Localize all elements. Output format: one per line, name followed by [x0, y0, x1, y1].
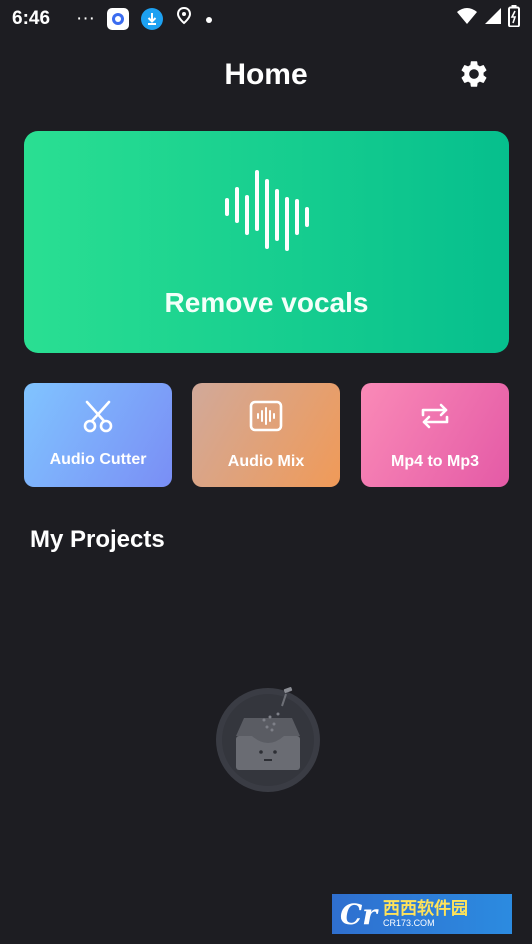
- watermark-en: CR173.COM: [383, 918, 435, 928]
- my-projects-title: My Projects: [30, 526, 165, 553]
- watermark-mark: Cr: [340, 897, 378, 931]
- audio-cutter-button[interactable]: Audio Cutter: [24, 383, 172, 487]
- repeat-icon: [421, 403, 449, 429]
- tool-icon-wrap: [361, 399, 509, 433]
- mp4-to-mp3-button[interactable]: Mp4 to Mp3: [361, 383, 509, 487]
- battery-icon: [508, 5, 520, 33]
- status-time: 6:46: [12, 8, 51, 29]
- remove-vocals-label: Remove vocals: [164, 287, 369, 318]
- status-left: 6:46 ···: [12, 6, 213, 32]
- mp4-to-mp3-label: Mp4 to Mp3: [391, 453, 479, 470]
- status-bar: 6:46 ···: [0, 0, 532, 38]
- tool-icon-wrap: [192, 399, 340, 433]
- sound-wave-icon: [225, 170, 309, 251]
- audio-mix-button[interactable]: Audio Mix: [192, 383, 340, 487]
- watermark-cn: 西西软件园: [383, 899, 469, 918]
- page-title: Home: [224, 58, 308, 91]
- watermark-logo: Cr 西西软件园 CR173.COM: [332, 894, 512, 934]
- gear-icon: [461, 61, 487, 87]
- location-icon: [175, 6, 193, 32]
- audio-cutter-label: Audio Cutter: [49, 451, 147, 468]
- app-header: Home: [0, 50, 532, 100]
- status-right: [456, 5, 520, 33]
- app-icon: [107, 8, 130, 30]
- dot-icon: [205, 8, 213, 30]
- settings-button[interactable]: [456, 56, 492, 92]
- tool-icon-wrap: [24, 399, 172, 433]
- more-dots: ···: [76, 8, 96, 29]
- download-icon: [141, 8, 164, 30]
- wifi-icon: [456, 7, 478, 31]
- scissors-icon: [83, 400, 113, 433]
- audio-mix-label: Audio Mix: [227, 453, 305, 470]
- watermark-text: 西西软件园 CR173.COM: [383, 900, 468, 928]
- remove-vocals-card[interactable]: Remove vocals: [24, 131, 509, 353]
- empty-inbox-icon: [216, 687, 320, 792]
- audio-wave-box-icon: [249, 400, 283, 432]
- signal-icon: [484, 7, 502, 31]
